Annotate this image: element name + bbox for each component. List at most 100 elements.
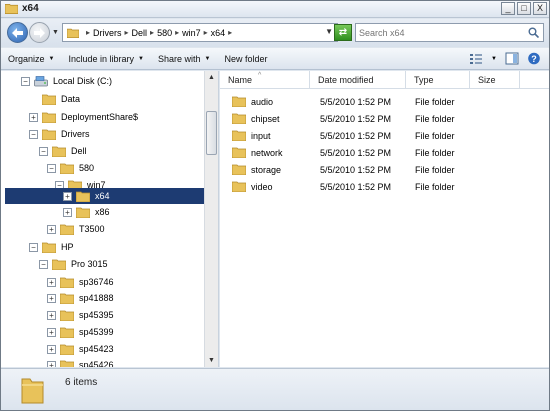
sort-ascending-icon: ^ [258, 72, 262, 79]
breadcrumb-separator[interactable]: ▸ [125, 28, 129, 37]
expand-icon[interactable]: + [47, 344, 56, 354]
file-name-cell: video [232, 181, 273, 192]
tree-item[interactable]: − Pro 3015 [1, 256, 108, 272]
breadcrumb-580[interactable]: 580 [157, 28, 172, 38]
expand-icon[interactable]: + [63, 191, 72, 201]
folder-icon [232, 181, 246, 192]
file-row[interactable]: network 5/5/2010 1:52 PM File folder [220, 144, 549, 161]
tree-item[interactable]: + sp45399 [1, 324, 114, 340]
column-header-name[interactable]: Name ^ [220, 71, 310, 89]
item-count: 6 items [65, 377, 98, 388]
refresh-button[interactable]: ⇄ [334, 24, 352, 41]
tree-item[interactable]: + DeploymentShare$ [1, 109, 138, 125]
scroll-down-icon[interactable]: ▼ [205, 354, 218, 367]
search-box [355, 23, 544, 42]
file-row[interactable]: chipset 5/5/2010 1:52 PM File folder [220, 110, 549, 127]
tree-item[interactable]: + sp45423 [1, 341, 114, 357]
view-options-icon[interactable] [469, 52, 483, 65]
file-list: Name ^ Date modified Type Size audio 5/5/… [220, 71, 549, 367]
tree-item-label: sp41888 [79, 293, 114, 303]
window-title: x64 [22, 3, 39, 14]
close-button[interactable]: X [533, 2, 547, 15]
expand-icon[interactable]: + [47, 310, 56, 320]
address-bar[interactable]: ▸ Drivers ▸ Dell ▸ 580 ▸ win7 ▸ x64 ▸ ▼ [62, 23, 338, 42]
minimize-button[interactable]: _ [501, 2, 515, 15]
expand-icon[interactable]: + [47, 327, 56, 337]
share-with-menu[interactable]: Share with ▼ [151, 54, 217, 64]
file-name: chipset [251, 113, 280, 124]
file-row[interactable]: audio 5/5/2010 1:52 PM File folder [220, 93, 549, 110]
folder-icon [60, 163, 74, 174]
expand-icon[interactable]: + [29, 112, 38, 122]
search-icon[interactable] [528, 27, 539, 38]
file-date: 5/5/2010 1:52 PM [320, 181, 392, 192]
collapse-icon[interactable]: − [29, 129, 38, 139]
column-header-type[interactable]: Type [406, 71, 470, 89]
tree-item[interactable]: − Dell [1, 143, 87, 159]
collapse-icon[interactable]: − [47, 163, 56, 173]
address-dropdown-icon[interactable]: ▼ [325, 27, 333, 36]
file-row[interactable]: storage 5/5/2010 1:52 PM File folder [220, 161, 549, 178]
tree-item-label: Drivers [61, 129, 90, 139]
column-header-date[interactable]: Date modified [310, 71, 406, 89]
collapse-icon[interactable]: − [39, 146, 48, 156]
breadcrumb-separator[interactable]: ▸ [204, 28, 208, 37]
title-bar[interactable]: x64 _ □ X [1, 1, 549, 18]
tree-item[interactable]: − Drivers [1, 126, 90, 142]
tree-item[interactable]: + sp36746 [1, 274, 114, 290]
tree-item[interactable]: + sp45395 [1, 307, 114, 323]
chevron-down-icon[interactable]: ▼ [491, 56, 497, 62]
expand-icon[interactable]: + [47, 277, 56, 287]
expand-icon[interactable]: + [47, 293, 56, 303]
file-type: File folder [415, 113, 455, 124]
collapse-icon[interactable]: − [39, 259, 48, 269]
folder-icon [60, 277, 74, 288]
collapse-icon[interactable]: − [21, 76, 30, 86]
tree-item-label: sp45395 [79, 310, 114, 320]
breadcrumb-drivers[interactable]: Drivers [93, 28, 122, 38]
tree-item[interactable]: + T3500 [1, 221, 105, 237]
column-header-size[interactable]: Size [470, 71, 520, 89]
breadcrumb-separator[interactable]: ▸ [175, 28, 179, 37]
scrollbar-thumb[interactable] [206, 111, 217, 155]
tree-item[interactable]: + sp45426 [1, 357, 114, 367]
tree-item-label: Dell [71, 146, 87, 156]
help-icon[interactable]: ? [527, 52, 541, 65]
file-row[interactable]: video 5/5/2010 1:52 PM File folder [220, 178, 549, 195]
search-input[interactable] [359, 26, 524, 39]
file-row[interactable]: input 5/5/2010 1:52 PM File folder [220, 127, 549, 144]
new-folder-button[interactable]: New folder [217, 54, 274, 64]
scroll-up-icon[interactable]: ▲ [205, 71, 218, 84]
expand-icon[interactable]: + [63, 207, 72, 217]
folder-icon [67, 28, 79, 38]
file-name-cell: audio [232, 96, 273, 107]
breadcrumb-separator[interactable]: ▸ [150, 28, 154, 37]
include-in-library-menu[interactable]: Include in library ▼ [61, 54, 150, 64]
breadcrumb-separator[interactable]: ▸ [228, 28, 232, 37]
expand-icon[interactable]: + [47, 360, 56, 367]
navigation-scrollbar[interactable]: ▲ ▼ [204, 71, 218, 367]
tree-item[interactable]: − Local Disk (C:) [1, 73, 112, 89]
tree-item[interactable]: Data [1, 91, 80, 107]
back-button[interactable] [7, 22, 28, 43]
tree-item[interactable]: + x64 [5, 188, 205, 204]
organize-menu[interactable]: Organize ▼ [1, 54, 61, 64]
history-dropdown-icon[interactable]: ▼ [52, 29, 59, 36]
folder-icon [232, 113, 246, 124]
folder-icon [42, 242, 56, 253]
folder-icon [60, 327, 74, 338]
maximize-button[interactable]: □ [517, 2, 531, 15]
file-type: File folder [415, 96, 455, 107]
breadcrumb-separator[interactable]: ▸ [86, 28, 90, 37]
preview-pane-icon[interactable] [505, 52, 519, 65]
tree-item[interactable]: + sp41888 [1, 290, 114, 306]
collapse-icon[interactable]: − [29, 242, 38, 252]
breadcrumb-x64[interactable]: x64 [211, 28, 226, 38]
tree-item[interactable]: + x86 [1, 204, 110, 220]
expand-icon[interactable]: + [47, 224, 56, 234]
tree-item[interactable]: − HP [1, 239, 74, 255]
tree-item[interactable]: − 580 [1, 160, 94, 176]
breadcrumb-win7[interactable]: win7 [182, 28, 201, 38]
breadcrumb-dell[interactable]: Dell [132, 28, 148, 38]
forward-button[interactable] [29, 22, 50, 43]
